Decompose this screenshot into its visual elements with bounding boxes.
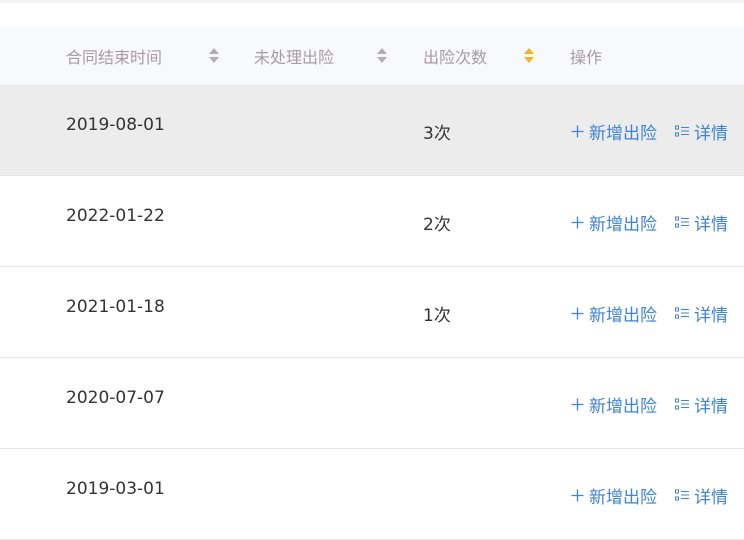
details-button[interactable]: 详情 [675, 301, 728, 326]
details-label: 详情 [694, 215, 728, 235]
sort-toggle-icon[interactable] [524, 48, 534, 64]
details-label: 详情 [694, 124, 728, 144]
details-label: 详情 [694, 488, 728, 508]
plus-icon [571, 216, 584, 229]
list-icon [675, 398, 689, 409]
details-button[interactable]: 详情 [675, 119, 728, 144]
table-row: 2022-01-22 2次 新增出险 详情 [0, 176, 744, 267]
claim-count-cell: 3次 [423, 124, 451, 144]
add-claim-button[interactable]: 新增出险 [571, 483, 657, 508]
sort-ascending-icon[interactable] [524, 48, 534, 54]
sort-toggle-icon[interactable] [377, 48, 387, 64]
end-date-cell: 2020-07-07 [66, 388, 165, 408]
column-header-label: 操作 [570, 47, 603, 67]
list-icon [675, 125, 689, 136]
details-button[interactable]: 详情 [675, 392, 728, 417]
column-header-label: 出险次数 [423, 47, 488, 67]
plus-icon [571, 489, 584, 502]
column-header-label: 未处理出险 [254, 47, 335, 67]
sort-descending-icon[interactable] [209, 57, 219, 63]
end-date-cell: 2021-01-18 [66, 297, 165, 317]
table-row: 2019-08-01 3次 新增出险 详情 [0, 85, 744, 176]
plus-icon [571, 125, 584, 138]
add-claim-label: 新增出险 [589, 397, 657, 417]
add-claim-label: 新增出险 [589, 306, 657, 326]
end-date-cell: 2019-03-01 [66, 479, 165, 499]
add-claim-button[interactable]: 新增出险 [571, 119, 657, 144]
table-row: 2020-07-07 新增出险 详情 [0, 358, 744, 449]
column-header-pending-claims[interactable]: 未处理出险 [254, 26, 334, 85]
end-date-cell: 2019-08-01 [66, 115, 165, 135]
details-button[interactable]: 详情 [675, 483, 728, 508]
add-claim-label: 新增出险 [589, 215, 657, 235]
add-claim-button[interactable]: 新增出险 [571, 210, 657, 235]
column-header-claim-count[interactable]: 出险次数 [423, 26, 487, 85]
add-claim-label: 新增出险 [589, 488, 657, 508]
sort-descending-icon[interactable] [377, 57, 387, 63]
column-header-label: 合同结束时间 [66, 47, 163, 67]
add-claim-button[interactable]: 新增出险 [571, 392, 657, 417]
sort-ascending-icon[interactable] [377, 48, 387, 54]
plus-icon [571, 398, 584, 411]
column-header-end-date[interactable]: 合同结束时间 [66, 26, 162, 85]
add-claim-button[interactable]: 新增出险 [571, 301, 657, 326]
claim-count-cell: 2次 [423, 215, 451, 235]
list-icon [675, 489, 689, 500]
sort-ascending-icon[interactable] [209, 48, 219, 54]
sort-descending-icon[interactable] [524, 57, 534, 63]
details-label: 详情 [694, 306, 728, 326]
table-row: 2021-01-18 1次 新增出险 详情 [0, 267, 744, 358]
end-date-cell: 2022-01-22 [66, 206, 165, 226]
table-row: 2019-03-01 新增出险 详情 [0, 449, 744, 540]
column-header-actions: 操作 [570, 26, 602, 85]
add-claim-label: 新增出险 [589, 124, 657, 144]
list-icon [675, 216, 689, 227]
sort-toggle-icon[interactable] [209, 48, 219, 64]
claim-count-cell: 1次 [423, 306, 451, 326]
details-button[interactable]: 详情 [675, 210, 728, 235]
top-strip [0, 0, 744, 26]
list-icon [675, 307, 689, 318]
plus-icon [571, 307, 584, 320]
table-header: 合同结束时间 未处理出险 出险次数 操作 [0, 26, 744, 85]
details-label: 详情 [694, 397, 728, 417]
